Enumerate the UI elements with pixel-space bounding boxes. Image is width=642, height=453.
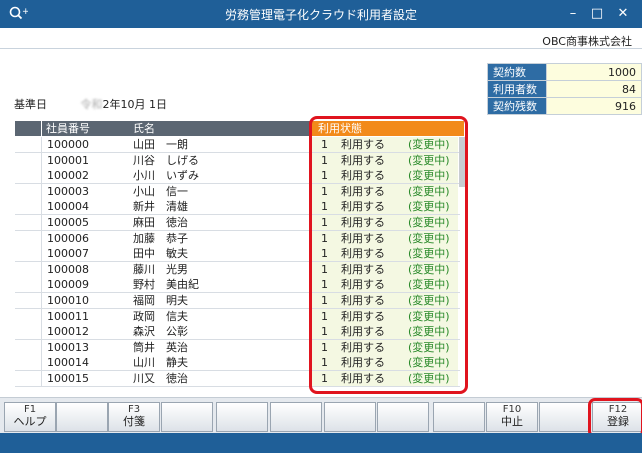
remaining-count-label: 契約残数 (486, 97, 548, 115)
function-key-label: 中止 (501, 415, 523, 428)
employee-number: 100000 (47, 138, 89, 151)
employee-number: 100002 (47, 169, 89, 183)
row-gutter (15, 183, 42, 199)
employee-number: 100009 (47, 278, 89, 292)
employee-name: 藤川 光男 (133, 262, 188, 276)
function-key-empty[interactable] (270, 402, 322, 432)
row-gutter (15, 293, 42, 308)
row-gutter (15, 308, 42, 324)
close-button[interactable]: ✕ (610, 4, 636, 24)
function-key-f10[interactable]: F10 中止 (486, 402, 538, 432)
employee-number: 100014 (47, 356, 89, 370)
row-gutter (15, 339, 42, 355)
employee-name: 小山 信一 (133, 184, 188, 198)
row-gutter (15, 137, 42, 152)
employee-number: 100007 (47, 247, 89, 261)
row-gutter (15, 215, 42, 230)
employee-number: 100006 (47, 231, 89, 245)
employee-name: 新井 清雄 (133, 200, 188, 214)
contract-count-value: 1000 (546, 63, 642, 81)
base-date-value: 2年10月 1日 (102, 98, 168, 111)
row-gutter (15, 355, 42, 371)
employee-number: 100012 (47, 325, 89, 339)
employee-name: 田中 敏夫 (133, 247, 188, 261)
function-key-label: ヘルプ (13, 415, 47, 428)
contract-summary: 契約数 1000 利用者数 84 契約残数 916 (486, 63, 642, 115)
employee-number: 100011 (47, 309, 89, 323)
employee-name: 福岡 明夫 (133, 294, 188, 307)
title-bar: + 労務管理電子化クラウド利用者設定 – □ ✕ (0, 0, 642, 28)
company-name: OBC商事株式会社 (542, 35, 632, 48)
employee-number: 100008 (47, 262, 89, 276)
row-gutter (15, 277, 42, 293)
employee-number: 100003 (47, 184, 89, 198)
function-key-empty[interactable] (216, 402, 268, 432)
function-key-empty[interactable] (161, 402, 213, 432)
row-gutter (15, 230, 42, 246)
function-key-empty[interactable] (539, 402, 591, 432)
row-gutter (15, 168, 42, 184)
divider (0, 48, 642, 49)
employee-name: 川谷 しげる (133, 153, 199, 167)
row-gutter (15, 261, 42, 277)
employee-name: 加藤 恭子 (133, 231, 188, 245)
contract-count-label: 契約数 (486, 63, 548, 81)
function-key-empty[interactable] (377, 402, 429, 432)
employee-number: 100010 (47, 294, 89, 307)
employee-number: 100004 (47, 200, 89, 214)
employee-name: 森沢 公彰 (133, 325, 188, 339)
function-key-empty[interactable] (324, 402, 376, 432)
base-date-label: 基準日 (14, 98, 47, 111)
minimize-button[interactable]: – (560, 4, 586, 24)
employee-name: 小川 いずみ (133, 169, 199, 183)
employee-number: 100015 (47, 372, 89, 385)
employee-name: 政岡 信夫 (133, 309, 188, 323)
function-key-f3[interactable]: F3 付箋 (108, 402, 160, 432)
employee-number: 100005 (47, 216, 89, 229)
remaining-count-value: 916 (546, 97, 642, 115)
employee-number: 100001 (47, 153, 89, 167)
employee-name: 山川 静夫 (133, 356, 188, 370)
status-bar (0, 433, 642, 453)
row-gutter-header (15, 121, 41, 136)
employee-name: 川又 徳治 (133, 372, 188, 385)
function-key-label: 付箋 (123, 415, 145, 428)
row-gutter (15, 324, 42, 340)
function-key-empty[interactable] (433, 402, 485, 432)
row-gutter (15, 199, 42, 215)
employee-name: 麻田 徳治 (133, 216, 188, 229)
user-count-value: 84 (546, 80, 642, 98)
function-key-empty[interactable] (56, 402, 108, 432)
employee-number: 100013 (47, 340, 89, 354)
employee-name: 野村 美由紀 (133, 278, 199, 292)
row-gutter (15, 371, 42, 386)
window-title: 労務管理電子化クラウド利用者設定 (224, 8, 417, 22)
base-date-era: 令和 (80, 98, 103, 111)
row-gutter (15, 152, 42, 168)
function-key-f1[interactable]: F1 ヘルプ (4, 402, 56, 432)
status-column-highlight (309, 116, 468, 394)
employee-name: 山田 一朗 (133, 138, 188, 151)
register-button-highlight (588, 398, 642, 438)
user-count-label: 利用者数 (486, 80, 548, 98)
maximize-button[interactable]: □ (584, 4, 610, 24)
column-header-name[interactable]: 氏名 (129, 121, 313, 136)
column-header-employee-number[interactable]: 社員番号 (42, 121, 132, 136)
employee-name: 筒井 英治 (133, 340, 188, 354)
row-gutter (15, 246, 42, 262)
base-date: 基準日 令和2年10月 1日 (14, 96, 167, 112)
